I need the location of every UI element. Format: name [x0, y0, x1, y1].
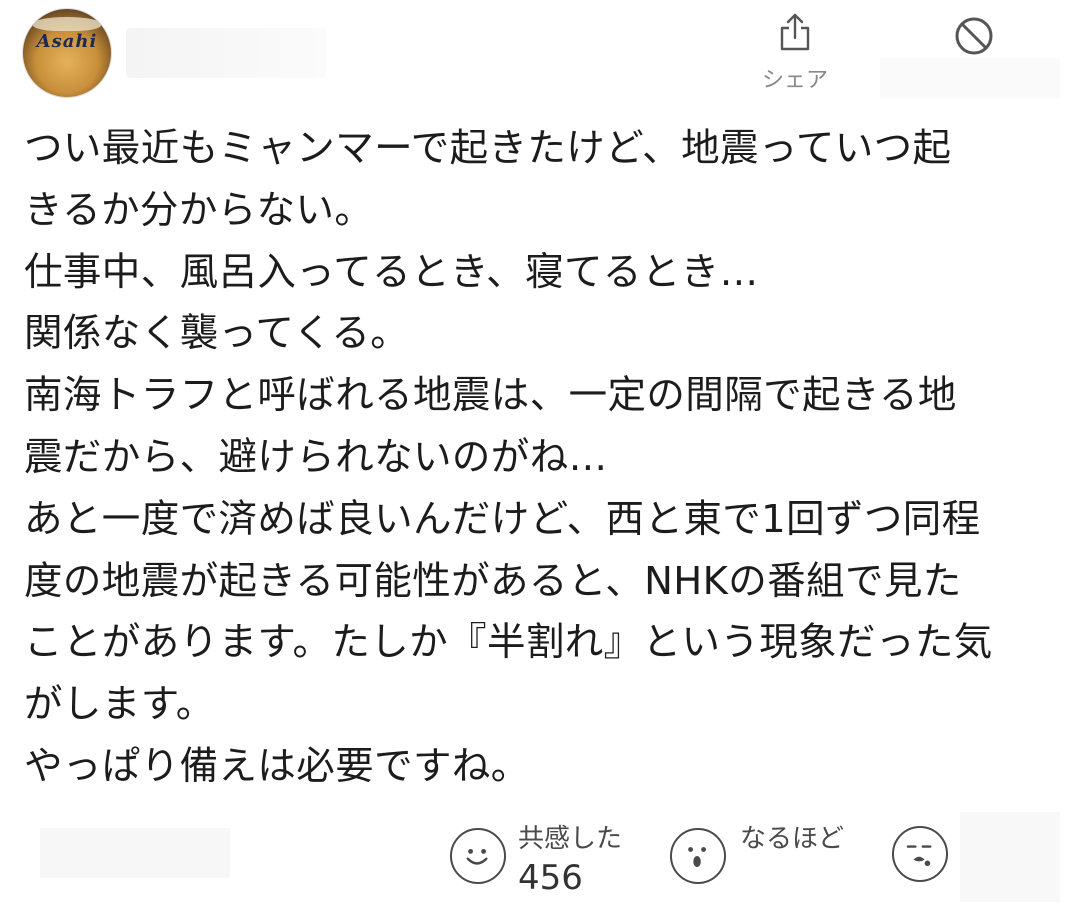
comment-line: 南海トラフと呼ばれる地震は、一定の間隔で起きる地	[24, 373, 957, 419]
comment-line: 度の地震が起きる可能性があると、NHKの番組で見た	[24, 558, 962, 604]
blurred-area	[880, 58, 1060, 98]
avatar-glass-rim	[33, 17, 101, 31]
share-label: シェア	[761, 68, 828, 93]
blurred-area	[960, 812, 1060, 902]
naruhodo-label: なるほど	[740, 824, 845, 854]
comment-line: ことがあります。たしか『半割れ』という現象だった気	[24, 620, 993, 666]
avatar-logo: Asahi	[36, 31, 98, 52]
comment-line: がします。	[24, 682, 215, 728]
username-blurred	[126, 28, 326, 78]
comment-line: きるか分からない。	[24, 187, 374, 233]
share-icon	[780, 13, 810, 51]
comment-text: つい最近もミャンマーで起きたけど、地震っていつ起 きるか分からない。 仕事中、風…	[24, 118, 1060, 798]
share-button[interactable]: シェア	[750, 8, 840, 98]
thinking-button[interactable]	[892, 826, 948, 882]
thinking-face-icon	[906, 845, 932, 867]
empathy-count: 456	[518, 858, 583, 898]
comment-line: 関係なく襲ってくる。	[24, 311, 410, 357]
comment-card: Asahi シェア つい最近もミャンマーで起きたけど、地震っていつ起 きるか分か…	[0, 0, 1080, 924]
comment-line: やっぱり備えは必要ですね。	[24, 743, 530, 789]
naruhodo-button[interactable]	[670, 828, 726, 884]
comment-line: つい最近もミャンマーで起きたけど、地震っていつ起	[24, 126, 952, 171]
surprised-face-icon	[688, 847, 706, 868]
block-button[interactable]	[952, 14, 996, 58]
block-icon	[955, 17, 993, 55]
empathy-button[interactable]	[450, 828, 506, 884]
comment-line: あと一度で済めば良いんだけど、西と東で1回ずつ同程	[24, 496, 981, 542]
avatar[interactable]: Asahi	[22, 8, 112, 98]
comment-line: 仕事中、風呂入ってるとき、寝てるとき…	[24, 249, 759, 295]
blurred-area	[40, 828, 230, 878]
comment-line: 震だから、避けられないのがね…	[24, 434, 608, 480]
empathy-label: 共感した	[518, 824, 623, 854]
smile-face-icon	[466, 848, 488, 865]
